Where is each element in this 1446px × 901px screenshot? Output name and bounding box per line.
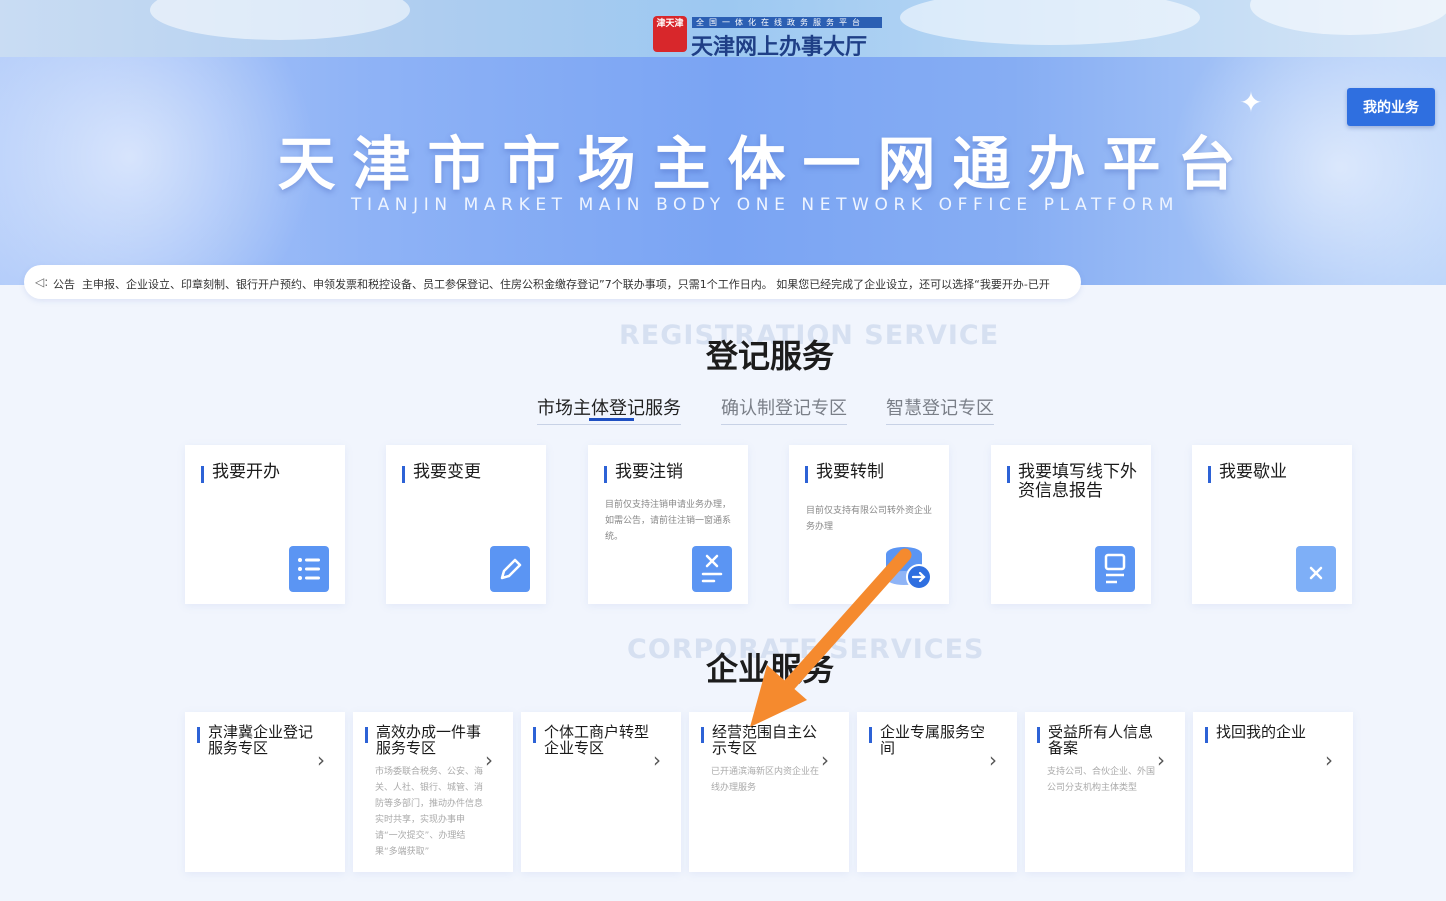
card-desc: 市场委联合税务、公安、海关、人社、银行、城管、消防等多部门，推动办件信息实时共享… [375, 767, 484, 857]
banner-title: 天津市市场主体一网通办平台 [277, 130, 1253, 198]
card-title: 受益所有人信息备案 [1048, 723, 1154, 757]
chevron-right-icon: › [317, 748, 325, 772]
service-card-exclusive-space[interactable]: 企业专属服务空间 › [857, 712, 1017, 872]
card-accent-bar [533, 727, 536, 743]
site-header: 津天津 全国一体化在线政务服务平台 天津网上办事大厅 [0, 0, 1446, 57]
list-doc-icon [289, 546, 329, 592]
site-title[interactable]: 天津网上办事大厅 [691, 29, 867, 57]
close-folder-icon [1296, 546, 1336, 592]
card-desc: 支持公司、合伙企业、外国公司分支机构主体类型 [1047, 767, 1156, 793]
card-open-business[interactable]: 我要开办 [185, 445, 345, 604]
cancel-doc-icon [692, 546, 732, 592]
annotation-arrow-icon [750, 548, 912, 727]
service-card-business-scope[interactable]: 经营范围自主公示专区 › 已开通滨海新区内资企业在线办理服务 [689, 712, 849, 872]
report-doc-icon [1095, 546, 1135, 592]
card-cancel-business[interactable]: 我要注销 目前仅支持注销申请业务办理，如需公告，请前往注销一窗通系统。 [588, 445, 748, 604]
header-cloud [1250, 0, 1446, 35]
notice-text[interactable]: 主申报、企业设立、印章刻制、银行开户预约、申领发票和税控设备、员工参保登记、住房… [82, 276, 1072, 292]
service-card-beneficial-owner[interactable]: 受益所有人信息备案 › 支持公司、合伙企业、外国公司分支机构主体类型 [1025, 712, 1185, 872]
card-title: 我要转制 [816, 462, 884, 482]
card-title: 找回我的企业 [1216, 723, 1307, 741]
card-title: 我要填写线下外资信息报告 [1018, 462, 1137, 501]
sparkle-icon: ✦ [1239, 86, 1263, 119]
card-foreign-report[interactable]: 我要填写线下外资信息报告 [991, 445, 1151, 604]
card-accent-bar [701, 727, 704, 743]
speaker-icon: ◁: [35, 275, 49, 289]
card-desc: 目前仅支持有限公司转外资企业务办理 [806, 506, 933, 532]
card-title: 我要开办 [212, 462, 280, 482]
card-accent-bar [1205, 727, 1208, 743]
card-title: 我要注销 [615, 462, 683, 482]
my-business-button[interactable]: 我的业务 [1347, 88, 1435, 126]
service-card-one-thing[interactable]: 高效办成一件事服务专区 › 市场委联合税务、公安、海关、人社、银行、城管、消防等… [353, 712, 513, 872]
card-title: 京津冀企业登记服务专区 [208, 723, 314, 757]
site-logo[interactable]: 津天津 [653, 16, 687, 52]
hero-banner: 天津市市场主体一网通办平台 TIANJIN MARKET MAIN BODY O… [0, 57, 1446, 285]
card-accent-bar [402, 466, 405, 483]
notice-label: 公告 [53, 278, 75, 291]
card-desc: 已开通滨海新区内资企业在线办理服务 [711, 767, 820, 793]
service-card-individual-transform[interactable]: 个体工商户转型企业专区 › [521, 712, 681, 872]
tab-smart-registration[interactable]: 智慧登记专区 [886, 394, 994, 425]
chevron-right-icon: › [653, 748, 661, 772]
service-card-recover-enterprise[interactable]: 找回我的企业 › [1193, 712, 1353, 872]
card-accent-bar [197, 727, 200, 743]
banner-subtitle: TIANJIN MARKET MAIN BODY ONE NETWORK OFF… [350, 195, 1180, 215]
notice-bar[interactable]: ◁: 公告 主申报、企业设立、印章刻制、银行开户预约、申领发票和税控设备、员工参… [24, 265, 1081, 299]
chevron-right-icon: › [989, 748, 997, 772]
card-accent-bar [201, 466, 204, 483]
card-desc: 目前仅支持注销申请业务办理，如需公告，请前往注销一窗通系统。 [605, 500, 732, 542]
card-title: 高效办成一件事服务专区 [376, 723, 482, 757]
service-card-jingjinji[interactable]: 京津冀企业登记服务专区 › [185, 712, 345, 872]
card-title: 我要歇业 [1219, 462, 1287, 482]
site-subtitle: 全国一体化在线政务服务平台 [692, 17, 882, 28]
card-accent-bar [604, 466, 607, 483]
tab-confirmation-registration[interactable]: 确认制登记专区 [721, 394, 847, 425]
chevron-right-icon: › [1325, 748, 1333, 772]
card-title: 我要变更 [413, 462, 481, 482]
card-accent-bar [1007, 466, 1010, 483]
card-change-business[interactable]: 我要变更 [386, 445, 546, 604]
card-accent-bar [365, 727, 368, 743]
active-tab-indicator [589, 418, 634, 421]
edit-doc-icon [490, 546, 530, 592]
card-suspend-business[interactable]: 我要歇业 [1192, 445, 1352, 604]
card-accent-bar [1208, 466, 1211, 483]
header-cloud [150, 0, 410, 40]
card-accent-bar [805, 466, 808, 483]
card-accent-bar [1037, 727, 1040, 743]
header-cloud [900, 0, 1200, 45]
registration-title: 登记服务 [706, 337, 835, 375]
card-title: 个体工商户转型企业专区 [544, 723, 650, 757]
